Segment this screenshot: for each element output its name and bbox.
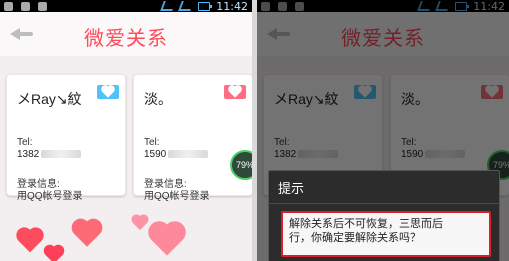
redacted-phone — [41, 150, 82, 159]
notification-icon — [4, 1, 13, 11]
tel-value: 1590 — [144, 149, 209, 160]
card-name: 淡。 — [144, 91, 172, 107]
dialog-divider — [269, 203, 499, 204]
relationship-card[interactable]: メRay↘紋 Tel: 1382 登录信息: 用QQ帐号登录 — [6, 74, 126, 202]
tel-label: Tel: — [17, 137, 33, 148]
relationship-content: メRay↘紋 Tel: 1382 登录信息: 用QQ帐号登录 淡。 Tel: 1 — [0, 56, 252, 261]
relationship-card[interactable]: 淡。 Tel: 1590 登录信息: 用QQ帐号登录 — [133, 74, 252, 202]
dialog-title: 提示 — [278, 182, 305, 197]
clock-text: 11:42 — [216, 0, 248, 13]
status-right: 11:42 — [160, 0, 248, 13]
screenshot-pair: 11:42 微爱关系 メRay↘紋 Tel: 1382 登录信息: 用QQ帐号登… — [0, 0, 509, 261]
notification-icon — [38, 1, 47, 11]
decor-heart — [151, 224, 183, 256]
heart-icon — [229, 86, 241, 98]
phone-screen-right: 11:42 微爱关系 メRay↘紋 Tel: 1382 登录信息: 用QQ — [257, 0, 509, 261]
signal-icon — [178, 1, 195, 11]
tel-prefix: 1590 — [144, 149, 167, 160]
dialog-message: 解除关系后不可恢复，三思而后 行，你确定要解除关系吗？ — [289, 217, 483, 245]
dialog-message-box: 解除关系后不可恢复，三思而后 行，你确定要解除关系吗？ — [281, 211, 491, 257]
decor-heart — [132, 215, 148, 231]
notification-icons — [4, 0, 47, 12]
decorative-hearts — [0, 191, 252, 261]
page-title: 微爱关系 — [84, 26, 168, 50]
wifi-icon — [160, 1, 177, 11]
tel-value: 1382 — [17, 149, 82, 160]
dialog-message-line2: 行，你确定要解除关系吗？ — [289, 231, 421, 244]
tel-prefix: 1382 — [17, 149, 40, 160]
battery-icon — [198, 1, 213, 11]
progress-badge: 79% — [230, 150, 252, 180]
heart-icon — [102, 86, 114, 98]
status-bar: 11:42 — [0, 0, 252, 13]
usb-icon — [21, 1, 30, 11]
confirm-dialog: 提示 解除关系后不可恢复，三思而后 行，你确定要解除关系吗？ — [268, 170, 500, 261]
phone-screen-left: 11:42 微爱关系 メRay↘紋 Tel: 1382 登录信息: 用QQ帐号登… — [0, 0, 252, 261]
app-titlebar: 微爱关系 — [0, 12, 252, 57]
heart-button[interactable] — [224, 85, 246, 99]
decor-heart — [74, 221, 100, 247]
redacted-phone — [168, 150, 209, 159]
heart-button[interactable] — [97, 85, 119, 99]
decor-heart — [45, 246, 63, 261]
card-name: メRay↘紋 — [17, 91, 82, 107]
tel-label: Tel: — [144, 137, 160, 148]
dialog-message-line1: 解除关系后不可恢复，三思而后 — [289, 217, 443, 230]
decor-heart — [18, 229, 42, 253]
